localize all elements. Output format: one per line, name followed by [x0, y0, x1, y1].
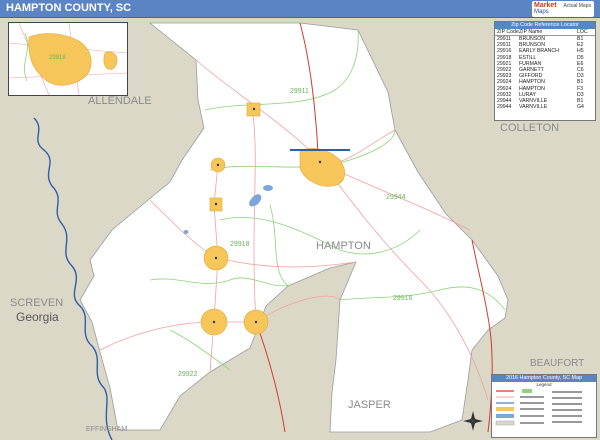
brand-subtext: Actual Maps [563, 3, 591, 9]
label-beaufort: BEAUFORT [530, 358, 584, 369]
zip-code-table: Zip Code Reference Locator ZIP Code ZIP … [494, 21, 596, 121]
zip-col-loc: LOC [577, 29, 588, 35]
legend-water-symbol [496, 414, 514, 418]
zip-loc-cell: G4 [577, 104, 584, 111]
zip-label-29911: 29911 [290, 88, 309, 95]
label-screven: SCREVEN [10, 297, 63, 309]
brand-logo[interactable]: Market Maps Actual Maps [532, 1, 594, 17]
map-legend: 2016 Hampton County, SC Map Legend [491, 374, 597, 438]
map-header: HAMPTON COUNTY, SC Market Maps Actual Ma… [0, 0, 600, 18]
label-colleton: COLLETON [500, 122, 559, 134]
zip-label-29944: 29944 [386, 194, 406, 201]
legend-title: 2016 Hampton County, SC Map [492, 375, 596, 382]
label-effingham: EFFINGHAM [86, 426, 127, 433]
zip-col-code: ZIP Code [497, 29, 519, 35]
legend-urban-symbol [496, 407, 514, 411]
label-jasper: JASPER [348, 399, 391, 411]
inset-zip-label: 29918 [49, 55, 66, 61]
brand-logo-text: Market [534, 2, 557, 9]
zip-col-name: ZIP Name [519, 29, 543, 35]
zip-table-header: ZIP Code ZIP Name LOC [495, 29, 595, 36]
zip-table-body: 29911 BRUNSON B1 29911 BRUNSON E2 29916 EARLY B… [495, 36, 595, 110]
label-georgia: Georgia [16, 310, 59, 324]
zip-table-row: 29944 VARNVILLE G4 [495, 104, 595, 110]
map-title: HAMPTON COUNTY, SC [6, 2, 132, 14]
legend-symbols [495, 389, 582, 426]
zip-label-29922: 29922 [178, 371, 198, 378]
inset-svg: 29918 [8, 22, 128, 96]
zip-name-cell: VARNVILLE [519, 104, 548, 111]
legend-zip-symbol [522, 389, 532, 393]
zip-label-29916: 29916 [393, 295, 413, 302]
legend-county-symbol [495, 420, 515, 426]
zip-table-title: Zip Code Reference Locator [495, 22, 595, 29]
brand-logo-text-2: Maps [534, 9, 549, 15]
label-hampton: HAMPTON [316, 240, 371, 252]
inset-locator-map[interactable]: 29918 [8, 22, 128, 96]
zip-label-29918: 29918 [230, 241, 250, 248]
zip-code-cell: 29944 [497, 104, 512, 111]
